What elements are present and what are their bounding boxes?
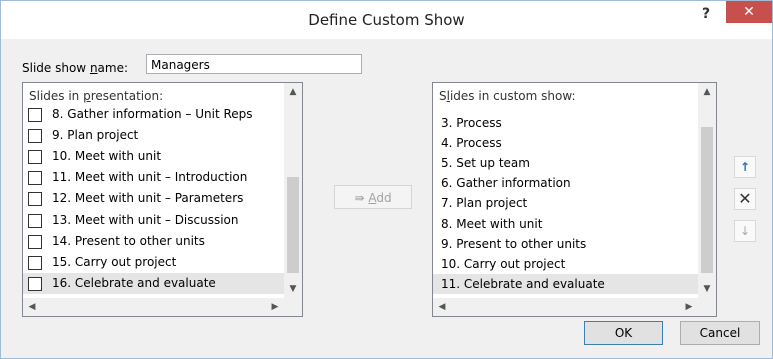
custom-show-vertical-scrollbar[interactable]: ▲ ▼	[698, 83, 716, 298]
slide-show-name-input[interactable]: Managers	[146, 54, 362, 74]
custom-show-item-label: 6. Gather information	[441, 176, 571, 191]
custom-show-horizontal-scrollbar[interactable]: ◀ ▶	[433, 298, 698, 316]
presentation-list-item[interactable]: 16. Celebrate and evaluate	[23, 272, 284, 294]
presentation-list-item[interactable]: 10. Meet with unit	[23, 146, 284, 167]
scroll-right-icon[interactable]: ▶	[266, 298, 284, 316]
custom-show-item-label: 4. Process	[441, 136, 502, 151]
custom-show-list-item[interactable]: 4. Process	[433, 133, 698, 153]
scroll-left-icon[interactable]: ◀	[433, 298, 451, 316]
move-down-button[interactable]: ↓	[734, 220, 756, 242]
presentation-list-item[interactable]: 13. Meet with unit – Discussion	[23, 210, 284, 231]
custom-show-item-label: 9. Present to other units	[441, 236, 587, 251]
dialog-title: Define Custom Show	[308, 11, 465, 29]
custom-show-list-item[interactable]: 9. Present to other units	[433, 234, 698, 254]
presentation-horizontal-scrollbar[interactable]: ◀ ▶	[23, 298, 284, 316]
presentation-scroll-thumb[interactable]	[287, 177, 299, 273]
presentation-item-label: 11. Meet with unit – Introduction	[52, 170, 248, 185]
presentation-item-label: 12. Meet with unit – Parameters	[52, 191, 244, 206]
presentation-item-label: 8. Gather information – Unit Reps	[52, 107, 253, 121]
slide-show-name-label: Slide show name:	[22, 61, 129, 75]
custom-show-list-item[interactable]: 7. Plan project	[433, 193, 698, 213]
custom-show-list-item[interactable]: 8. Meet with unit	[433, 214, 698, 234]
custom-show-list-item[interactable]: 11. Celebrate and evaluate	[433, 273, 698, 294]
help-button[interactable]: ?	[694, 3, 718, 25]
custom-show-list-item[interactable]: 3. Process	[433, 113, 698, 133]
add-arrow-icon: ⇛	[354, 191, 365, 205]
presentation-list-item[interactable]: 8. Gather information – Unit Reps	[23, 104, 284, 125]
slide-checkbox[interactable]	[28, 150, 42, 165]
scrollbar-corner	[698, 298, 716, 316]
custom-show-scroll-thumb[interactable]	[701, 127, 713, 273]
slide-checkbox[interactable]	[28, 192, 42, 207]
custom-show-list-item[interactable]: 10. Carry out project	[433, 254, 698, 274]
custom-show-items: 3. Process 4. Process 5. Set up team 6. Gat…	[433, 83, 698, 298]
presentation-item-label: 15. Carry out project	[52, 254, 177, 269]
presentation-list-item[interactable]: 12. Meet with unit – Parameters	[23, 188, 284, 209]
presentation-list-item[interactable]: 11. Meet with unit – Introduction	[23, 167, 284, 188]
add-button[interactable]: ⇛ Add	[334, 185, 412, 209]
close-icon: ✕	[743, 4, 755, 20]
remove-button[interactable]: ✕	[734, 188, 756, 210]
slide-checkbox[interactable]	[28, 129, 42, 144]
arrow-down-icon: ↓	[739, 224, 751, 238]
custom-show-list-item[interactable]: 5. Set up team	[433, 153, 698, 173]
slide-checkbox[interactable]	[28, 234, 42, 249]
slide-checkbox[interactable]	[28, 213, 42, 228]
custom-show-item-label: 5. Set up team	[441, 156, 530, 171]
scroll-up-icon[interactable]: ▲	[284, 83, 302, 101]
title-bar: Define Custom Show ? ✕	[1, 1, 772, 39]
presentation-item-label: 13. Meet with unit – Discussion	[52, 212, 239, 227]
slides-in-presentation-list[interactable]: Slides in presentation: 8. Gather inform…	[22, 82, 303, 317]
custom-show-item-label: 11. Celebrate and evaluate	[441, 276, 605, 291]
presentation-item-label: 10. Meet with unit	[52, 149, 162, 164]
presentation-item-label: 9. Plan project	[52, 128, 139, 143]
scroll-down-icon[interactable]: ▼	[698, 280, 716, 298]
ok-button[interactable]: OK	[584, 321, 663, 345]
custom-show-item-label: 10. Carry out project	[441, 256, 566, 271]
move-up-button[interactable]: ↑	[734, 156, 756, 178]
close-button[interactable]: ✕	[726, 1, 772, 23]
scroll-up-icon[interactable]: ▲	[698, 83, 716, 101]
custom-show-item-label: 3. Process	[441, 116, 502, 130]
define-custom-show-dialog: Define Custom Show ? ✕ Slide show name: …	[0, 0, 773, 359]
scrollbar-corner	[284, 298, 302, 316]
scroll-left-icon[interactable]: ◀	[23, 298, 41, 316]
presentation-list-item[interactable]: 9. Plan project	[23, 125, 284, 146]
presentation-item-label: 14. Present to other units	[52, 233, 205, 248]
scroll-right-icon[interactable]: ▶	[680, 298, 698, 316]
custom-show-item-label: 8. Meet with unit	[441, 216, 543, 231]
presentation-vertical-scrollbar[interactable]: ▲ ▼	[284, 83, 302, 298]
slide-checkbox[interactable]	[28, 255, 42, 270]
cancel-button[interactable]: Cancel	[680, 321, 760, 345]
slide-checkbox[interactable]	[28, 276, 42, 291]
presentation-items: 8. Gather information – Unit Reps 9. Plan…	[23, 83, 284, 298]
arrow-up-icon: ↑	[739, 160, 751, 174]
presentation-item-label: 16. Celebrate and evaluate	[52, 275, 216, 290]
slide-checkbox[interactable]	[28, 171, 42, 186]
custom-show-item-label: 7. Plan project	[441, 196, 528, 211]
presentation-list-item[interactable]: 14. Present to other units	[23, 231, 284, 252]
presentation-list-item[interactable]: 15. Carry out project	[23, 252, 284, 273]
remove-icon: ✕	[738, 189, 752, 208]
scroll-down-icon[interactable]: ▼	[284, 280, 302, 298]
slide-checkbox[interactable]	[28, 108, 42, 122]
custom-show-list-item[interactable]: 6. Gather information	[433, 173, 698, 193]
slides-in-custom-show-list[interactable]: Slides in custom show: 3. Process 4. Proc…	[432, 82, 717, 317]
